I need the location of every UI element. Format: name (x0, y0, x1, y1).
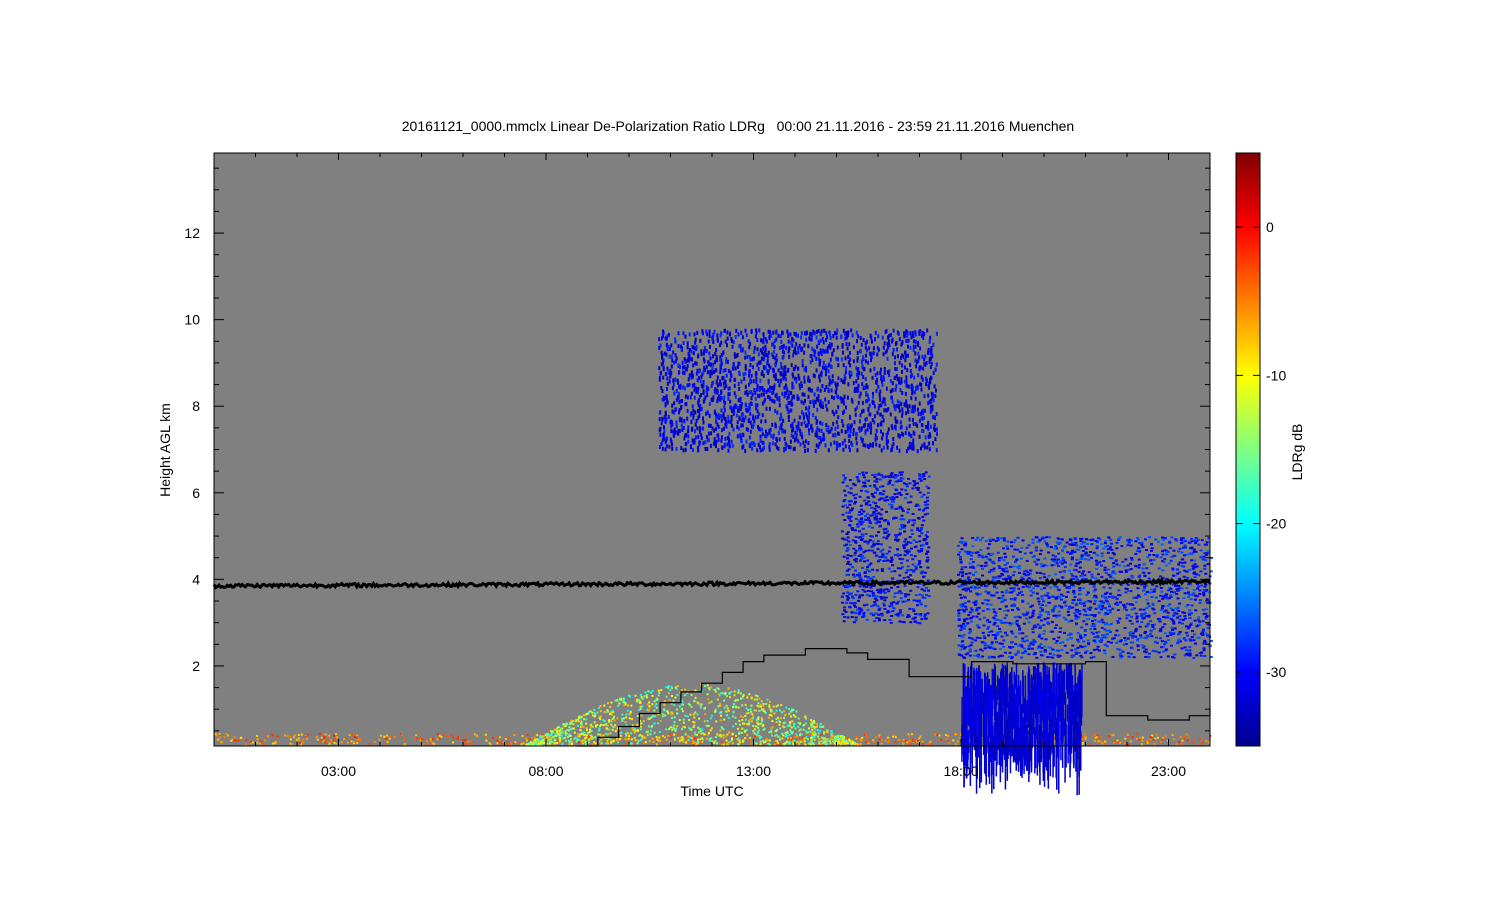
colorbar-label: LDRg dB (1289, 424, 1305, 481)
colorbar-tick-label: 0 (1266, 219, 1274, 235)
colorbar-gradient (1235, 152, 1261, 747)
y-axis-label: Height AGL km (157, 403, 173, 497)
x-tick-label: 08:00 (528, 763, 563, 779)
y-tick-label: 10 (184, 312, 200, 328)
x-tick-label: 18:00 (943, 763, 978, 779)
x-tick-label: 13:00 (736, 763, 771, 779)
y-tick-label: 8 (192, 398, 200, 414)
colorbar-tick-label: -20 (1266, 516, 1286, 532)
y-tick-label: 2 (192, 658, 200, 674)
x-axis-label: Time UTC (680, 783, 743, 799)
ldr-chart: 20161121_0000.mmclx Linear De-Polarizati… (157, 118, 1305, 799)
y-tick-label: 12 (184, 225, 200, 241)
chart-title: 20161121_0000.mmclx Linear De-Polarizati… (402, 118, 1074, 134)
colorbar: 0 -10 -20 -30 LDRg dB (1235, 152, 1305, 747)
x-tick-label: 03:00 (321, 763, 356, 779)
x-tick-label: 23:00 (1151, 763, 1186, 779)
colorbar-tick-label: -30 (1266, 664, 1286, 680)
plot-area (212, 152, 1213, 796)
y-tick-label: 4 (192, 571, 200, 587)
colorbar-tick-label: -10 (1266, 367, 1286, 383)
y-tick-label: 6 (192, 485, 200, 501)
